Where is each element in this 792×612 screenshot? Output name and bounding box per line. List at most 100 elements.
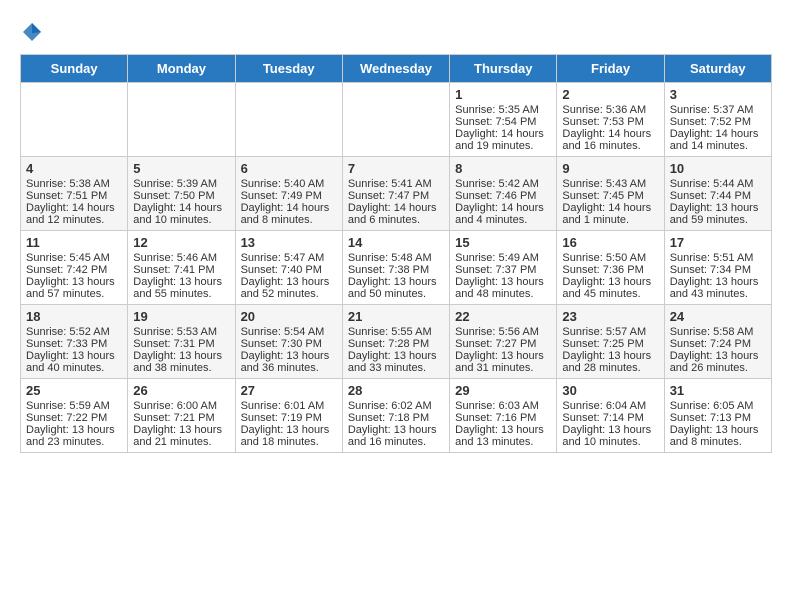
day-number: 11 — [26, 235, 122, 250]
day-info: Sunset: 7:30 PM — [241, 338, 337, 350]
day-number: 21 — [348, 309, 444, 324]
day-number: 22 — [455, 309, 551, 324]
day-info: Daylight: 13 hours and 55 minutes. — [133, 276, 229, 300]
day-number: 9 — [562, 161, 658, 176]
calendar-cell: 2Sunrise: 5:36 AMSunset: 7:53 PMDaylight… — [557, 83, 664, 157]
day-info: Sunrise: 6:00 AM — [133, 400, 229, 412]
day-info: Daylight: 13 hours and 38 minutes. — [133, 350, 229, 374]
day-info: Sunrise: 5:57 AM — [562, 326, 658, 338]
day-info: Daylight: 13 hours and 28 minutes. — [562, 350, 658, 374]
calendar-table: SundayMondayTuesdayWednesdayThursdayFrid… — [20, 54, 772, 453]
day-info: Daylight: 13 hours and 21 minutes. — [133, 424, 229, 448]
calendar-cell: 11Sunrise: 5:45 AMSunset: 7:42 PMDayligh… — [21, 231, 128, 305]
day-info: Sunset: 7:24 PM — [670, 338, 766, 350]
day-info: Sunrise: 5:36 AM — [562, 104, 658, 116]
calendar-cell: 19Sunrise: 5:53 AMSunset: 7:31 PMDayligh… — [128, 305, 235, 379]
day-info: Sunset: 7:33 PM — [26, 338, 122, 350]
day-info: Daylight: 14 hours and 4 minutes. — [455, 202, 551, 226]
day-info: Sunset: 7:19 PM — [241, 412, 337, 424]
calendar-header-thursday: Thursday — [450, 55, 557, 83]
day-info: Sunset: 7:49 PM — [241, 190, 337, 202]
day-info: Sunset: 7:46 PM — [455, 190, 551, 202]
day-info: Sunrise: 5:49 AM — [455, 252, 551, 264]
day-info: Sunset: 7:42 PM — [26, 264, 122, 276]
calendar-cell — [128, 83, 235, 157]
calendar-header-wednesday: Wednesday — [342, 55, 449, 83]
calendar-cell: 10Sunrise: 5:44 AMSunset: 7:44 PMDayligh… — [664, 157, 771, 231]
day-info: Daylight: 14 hours and 12 minutes. — [26, 202, 122, 226]
day-info: Daylight: 13 hours and 18 minutes. — [241, 424, 337, 448]
day-info: Daylight: 14 hours and 19 minutes. — [455, 128, 551, 152]
day-info: Sunrise: 5:50 AM — [562, 252, 658, 264]
logo — [20, 20, 48, 44]
calendar-row-2: 11Sunrise: 5:45 AMSunset: 7:42 PMDayligh… — [21, 231, 772, 305]
calendar-cell: 29Sunrise: 6:03 AMSunset: 7:16 PMDayligh… — [450, 379, 557, 453]
day-info: Daylight: 14 hours and 6 minutes. — [348, 202, 444, 226]
day-info: Daylight: 13 hours and 13 minutes. — [455, 424, 551, 448]
calendar-row-3: 18 Sunrise: 5:52 AMSunset: 7:33 PM Dayligh… — [21, 305, 772, 379]
day-info: Sunrise: 5:42 AM — [455, 178, 551, 190]
calendar-cell: 26Sunrise: 6:00 AMSunset: 7:21 PMDayligh… — [128, 379, 235, 453]
day-number: 19 — [133, 309, 229, 324]
calendar-cell: 21Sunrise: 5:55 AMSunset: 7:28 PMDayligh… — [342, 305, 449, 379]
calendar-cell: 24Sunrise: 5:58 AMSunset: 7:24 PMDayligh… — [664, 305, 771, 379]
calendar-cell: 18Sunrise: 5:52 AMSunset: 7:33 PMDayligh… — [21, 305, 128, 379]
day-number: 18 — [26, 309, 122, 324]
day-number: 27 — [241, 383, 337, 398]
day-number: 15 — [455, 235, 551, 250]
day-info: Sunset: 7:25 PM — [562, 338, 658, 350]
day-number: 16 — [562, 235, 658, 250]
day-info: Daylight: 13 hours and 57 minutes. — [26, 276, 122, 300]
day-info: Sunset: 7:40 PM — [241, 264, 337, 276]
day-info: Sunrise: 5:46 AM — [133, 252, 229, 264]
day-info: Daylight: 13 hours and 33 minutes. — [348, 350, 444, 374]
calendar-header-tuesday: Tuesday — [235, 55, 342, 83]
day-info: Daylight: 13 hours and 59 minutes. — [670, 202, 766, 226]
day-number: 28 — [348, 383, 444, 398]
calendar-cell: 16Sunrise: 5:50 AMSunset: 7:36 PMDayligh… — [557, 231, 664, 305]
day-info: Sunrise: 5:47 AM — [241, 252, 337, 264]
day-info: Sunrise: 5:52 AM — [26, 326, 122, 338]
day-info: Sunrise: 5:39 AM — [133, 178, 229, 190]
calendar-row-0: 1Sunrise: 5:35 AMSunset: 7:54 PMDaylight… — [21, 83, 772, 157]
day-info: Daylight: 13 hours and 50 minutes. — [348, 276, 444, 300]
day-info: Daylight: 14 hours and 1 minute. — [562, 202, 658, 226]
day-number: 8 — [455, 161, 551, 176]
day-info: Sunrise: 5:56 AM — [455, 326, 551, 338]
day-info: Sunset: 7:31 PM — [133, 338, 229, 350]
day-info: Sunrise: 5:44 AM — [670, 178, 766, 190]
calendar-header-monday: Monday — [128, 55, 235, 83]
day-info: Sunrise: 6:03 AM — [455, 400, 551, 412]
calendar-header-sunday: Sunday — [21, 55, 128, 83]
day-number: 17 — [670, 235, 766, 250]
calendar-header-saturday: Saturday — [664, 55, 771, 83]
calendar-cell: 8 Sunrise: 5:42 AMSunset: 7:46 PMDaylight… — [450, 157, 557, 231]
day-info: Sunset: 7:45 PM — [562, 190, 658, 202]
day-info: Daylight: 14 hours and 10 minutes. — [133, 202, 229, 226]
day-number: 13 — [241, 235, 337, 250]
day-number: 20 — [241, 309, 337, 324]
calendar-cell: 3Sunrise: 5:37 AMSunset: 7:52 PMDaylight… — [664, 83, 771, 157]
calendar-cell: 30Sunrise: 6:04 AMSunset: 7:14 PMDayligh… — [557, 379, 664, 453]
day-number: 29 — [455, 383, 551, 398]
day-info: Sunrise: 5:58 AM — [670, 326, 766, 338]
calendar-row-1: 4Sunrise: 5:38 AMSunset: 7:51 PMDaylight… — [21, 157, 772, 231]
day-info: Sunset: 7:13 PM — [670, 412, 766, 424]
day-number: 31 — [670, 383, 766, 398]
calendar-header-row: SundayMondayTuesdayWednesdayThursdayFrid… — [21, 55, 772, 83]
calendar-cell: 27Sunrise: 6:01 AMSunset: 7:19 PMDayligh… — [235, 379, 342, 453]
day-info: Daylight: 13 hours and 48 minutes. — [455, 276, 551, 300]
calendar-cell: 12Sunrise: 5:46 AMSunset: 7:41 PMDayligh… — [128, 231, 235, 305]
calendar-cell: 1Sunrise: 5:35 AMSunset: 7:54 PMDaylight… — [450, 83, 557, 157]
day-info: Daylight: 13 hours and 26 minutes. — [670, 350, 766, 374]
day-info: Daylight: 13 hours and 23 minutes. — [26, 424, 122, 448]
day-number: 12 — [133, 235, 229, 250]
day-info: Sunrise: 5:59 AM — [26, 400, 122, 412]
day-info: Sunset: 7:47 PM — [348, 190, 444, 202]
day-info: Sunrise: 5:43 AM — [562, 178, 658, 190]
day-number: 2 — [562, 87, 658, 102]
calendar-cell: 6Sunrise: 5:40 AMSunset: 7:49 PMDaylight… — [235, 157, 342, 231]
day-info: Daylight: 13 hours and 8 minutes. — [670, 424, 766, 448]
day-info: Sunrise: 6:02 AM — [348, 400, 444, 412]
day-info: Sunset: 7:52 PM — [670, 116, 766, 128]
